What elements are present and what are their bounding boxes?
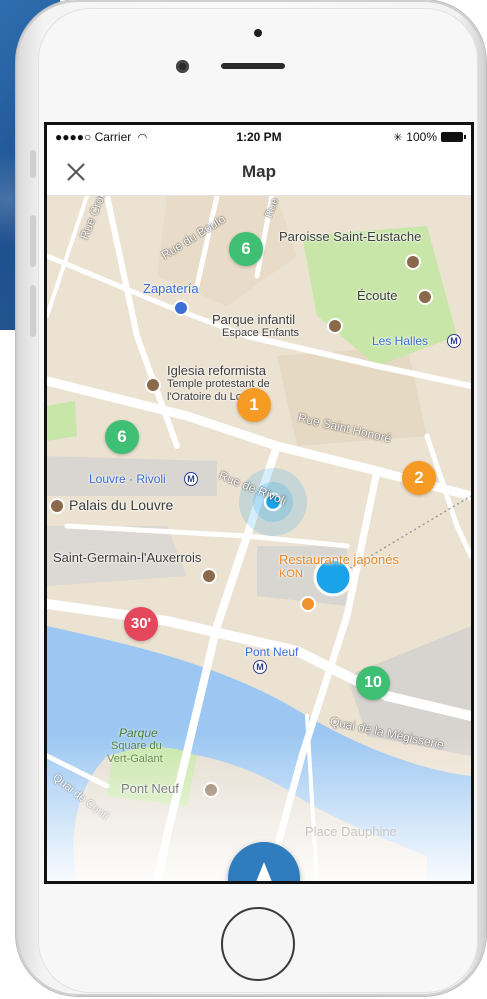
place-label: Écoute xyxy=(357,288,398,303)
poi-marker[interactable] xyxy=(327,318,343,334)
page-title: Map xyxy=(242,162,276,181)
status-right: ✳ 100% xyxy=(393,130,466,144)
badge-green-6-top[interactable]: 6 xyxy=(229,232,263,266)
proximity-sensor xyxy=(254,29,262,37)
earpiece-speaker xyxy=(221,63,285,69)
place-label: Restaurante japonés xyxy=(279,552,399,567)
place-label: Zapatería xyxy=(143,281,199,296)
museum-marker[interactable] xyxy=(49,498,65,514)
volume-up-button xyxy=(30,215,36,267)
place-label: Paroisse Saint-Eustache xyxy=(279,229,422,244)
map-canvas xyxy=(47,196,471,881)
place-label: Parque xyxy=(119,726,158,740)
restaurant-marker[interactable] xyxy=(300,596,316,612)
battery-percent: 100% xyxy=(406,130,437,144)
place-label: Louvre · Rivoli xyxy=(89,472,166,486)
poi-marker[interactable] xyxy=(417,289,433,305)
place-label: Espace Enfants xyxy=(222,327,300,339)
metro-icon[interactable]: M xyxy=(253,660,267,674)
place-label: Place Dauphine xyxy=(305,824,397,839)
badge-green-6-left[interactable]: 6 xyxy=(105,420,139,454)
badge-red-30[interactable]: 30' xyxy=(124,607,158,641)
shop-marker[interactable] xyxy=(173,300,189,316)
battery-icon xyxy=(441,132,466,142)
status-bar: ●●●●○ Carrier ◠ 1:20 PM ✳ 100% xyxy=(47,125,471,149)
place-label: Pont Neuf xyxy=(245,645,299,659)
place-label: Square du xyxy=(111,740,162,752)
map-view[interactable]: Rue du Boulo Rue Croix des Petits C Rue … xyxy=(47,196,471,881)
place-label: Saint-Germain-l'Auxerrois xyxy=(53,550,202,565)
church-marker[interactable] xyxy=(201,568,217,584)
home-button[interactable] xyxy=(221,907,295,981)
badge-orange-1[interactable]: 1 xyxy=(237,388,271,422)
place-label: Vert-Galant xyxy=(107,753,163,765)
navigate-button[interactable] xyxy=(228,842,300,881)
place-label: Palais du Louvre xyxy=(69,497,174,513)
church-marker[interactable] xyxy=(145,377,161,393)
mute-switch xyxy=(30,150,36,178)
place-label: Pont Neuf xyxy=(121,781,179,796)
place-label: Parque infantil xyxy=(212,312,296,327)
place-label: Les Halles xyxy=(372,334,429,348)
metro-icon[interactable]: M xyxy=(447,334,461,348)
monument-marker[interactable] xyxy=(203,782,219,798)
navigate-arrow-icon xyxy=(256,862,272,881)
place-label: Iglesia reformista xyxy=(167,363,266,378)
volume-down-button xyxy=(30,285,36,337)
phone-screen: ●●●●○ Carrier ◠ 1:20 PM ✳ 100% Map Rue d… xyxy=(44,122,474,884)
place-label: KON xyxy=(279,568,303,580)
front-camera xyxy=(176,60,189,73)
badge-orange-2[interactable]: 2 xyxy=(402,461,436,495)
metro-icon[interactable]: M xyxy=(184,472,198,486)
church-marker[interactable] xyxy=(405,254,421,270)
nav-bar: Map xyxy=(47,149,471,196)
badge-green-10[interactable]: 10 xyxy=(356,666,390,700)
bluetooth-icon: ✳ xyxy=(393,131,403,144)
